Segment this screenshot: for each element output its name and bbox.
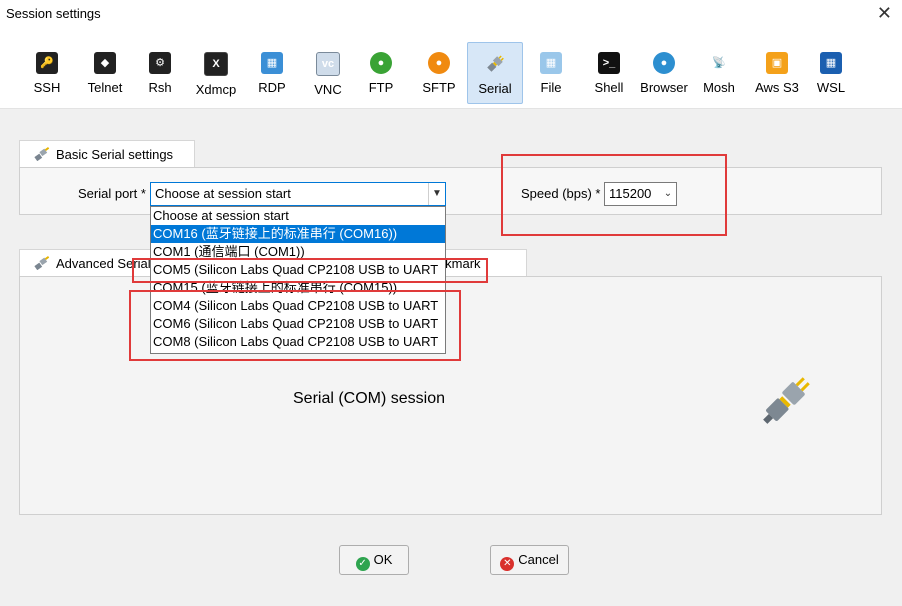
window-title: Session settings [6, 6, 101, 21]
chevron-down-icon[interactable]: ▼ [428, 183, 445, 205]
advanced-settings-panel: Serial (COM) session [19, 276, 882, 515]
tool-label: Xdmcp [195, 82, 237, 97]
session-type-text: Serial (COM) session [293, 390, 446, 407]
telnet-icon: ◆ [94, 52, 116, 74]
serial-port-select[interactable]: Choose at session start ▼ [150, 182, 446, 206]
ssh-key-icon: 🔑 [36, 52, 58, 74]
serial-plug-large-icon [763, 377, 810, 424]
tool-label: Aws S3 [755, 80, 799, 95]
serial-plug-icon [484, 53, 506, 75]
vnc-icon: vc [316, 52, 340, 76]
tool-label: FTP [368, 80, 394, 95]
dropdown-option[interactable]: Choose at session start [151, 207, 445, 225]
tool-label: RDP [258, 80, 286, 95]
plug-icon [34, 147, 50, 161]
rsh-icon: ⚙ [149, 52, 171, 74]
title-bar: Session settings ✕ [0, 0, 902, 28]
rdp-icon: ▦ [261, 52, 283, 74]
tab-basic-label: Basic Serial settings [56, 147, 174, 162]
tool-label: Serial [478, 81, 512, 96]
tool-label: Mosh [703, 80, 735, 95]
shell-terminal-icon: >_ [598, 52, 620, 74]
ftp-globe-icon: ● [370, 52, 392, 74]
ok-label: OK [373, 552, 393, 567]
browser-globe-icon: ● [653, 52, 675, 74]
plug-icon-advanced [34, 256, 50, 270]
tool-file[interactable]: ▦ File [534, 42, 568, 104]
tool-xdmcp[interactable]: X Xdmcp [190, 42, 242, 104]
mosh-dish-icon: 📡 [712, 57, 726, 69]
dropdown-option[interactable]: COM8 (Silicon Labs Quad CP2108 USB to UA… [151, 333, 445, 351]
serial-port-value: Choose at session start [155, 186, 291, 201]
dropdown-option[interactable]: COM16 (蓝牙链接上的标准串行 (COM16)) [151, 225, 445, 243]
tool-aws-s3[interactable]: ▣ Aws S3 [751, 42, 803, 104]
tool-label: SFTP [422, 80, 456, 95]
tool-vnc[interactable]: vc VNC [308, 42, 348, 104]
tool-label: File [540, 80, 562, 95]
basic-settings-panel [19, 167, 882, 215]
tool-label: WSL [816, 80, 846, 95]
tool-browser[interactable]: ● Browser [636, 42, 692, 104]
serial-port-dropdown-list: Choose at session start COM16 (蓝牙链接上的标准串行… [150, 206, 446, 354]
aws-s3-cubes-icon: ▣ [766, 52, 788, 74]
tool-ftp[interactable]: ● FTP [361, 42, 401, 104]
tool-label: SSH [33, 80, 61, 95]
cancel-x-icon: ✕ [500, 557, 515, 571]
xdmcp-icon: X [204, 52, 228, 76]
cancel-label: Cancel [518, 552, 559, 567]
file-icon: ▦ [540, 52, 562, 74]
tool-wsl[interactable]: ▦ WSL [811, 42, 851, 104]
tool-serial[interactable]: Serial [467, 42, 523, 104]
tool-shell[interactable]: >_ Shell [588, 42, 630, 104]
speed-select[interactable]: 115200 ⌄ [604, 182, 677, 206]
tool-label: Shell [594, 80, 624, 95]
ok-button[interactable]: ✓ OK [339, 545, 409, 575]
tool-telnet[interactable]: ◆ Telnet [82, 42, 128, 104]
tool-label: Rsh [148, 80, 172, 95]
tool-mosh[interactable]: 📡 Mosh [699, 42, 739, 104]
sftp-globe-icon: ● [428, 52, 450, 74]
tool-label: Browser [640, 80, 688, 95]
tool-rsh[interactable]: ⚙ Rsh [137, 42, 183, 104]
speed-label: Speed (bps) * [521, 186, 601, 201]
dropdown-option[interactable]: COM15 (蓝牙链接上的标准串行 (COM15)) [151, 279, 445, 297]
wsl-windows-icon: ▦ [820, 52, 842, 74]
tool-rdp[interactable]: ▦ RDP [252, 42, 292, 104]
session-type-toolbar: 🔑 SSH ◆ Telnet ⚙ Rsh X Xdmcp ▦ RDP vc VNC ● FTP ● SFTP S… [0, 28, 902, 109]
tool-ssh[interactable]: 🔑 SSH [24, 42, 70, 104]
speed-value: 115200 [609, 186, 652, 201]
tab-basic-serial-settings[interactable]: Basic Serial settings [19, 140, 195, 168]
check-icon: ✓ [355, 557, 370, 571]
cancel-button[interactable]: ✕ Cancel [490, 545, 569, 575]
tool-sftp[interactable]: ● SFTP [419, 42, 459, 104]
tool-label: VNC [314, 82, 342, 97]
close-icon[interactable]: ✕ [877, 3, 892, 24]
serial-port-label: Serial port * [78, 186, 146, 201]
dropdown-option[interactable]: COM1 (通信端口 (COM1)) [151, 243, 445, 261]
dropdown-option[interactable]: COM5 (Silicon Labs Quad CP2108 USB to UA… [151, 261, 445, 279]
speed-chevron-down-icon[interactable]: ⌄ [660, 183, 676, 205]
dropdown-option[interactable]: COM6 (Silicon Labs Quad CP2108 USB to UA… [151, 315, 445, 333]
dropdown-option[interactable]: COM4 (Silicon Labs Quad CP2108 USB to UA… [151, 297, 445, 315]
tool-label: Telnet [87, 80, 123, 95]
